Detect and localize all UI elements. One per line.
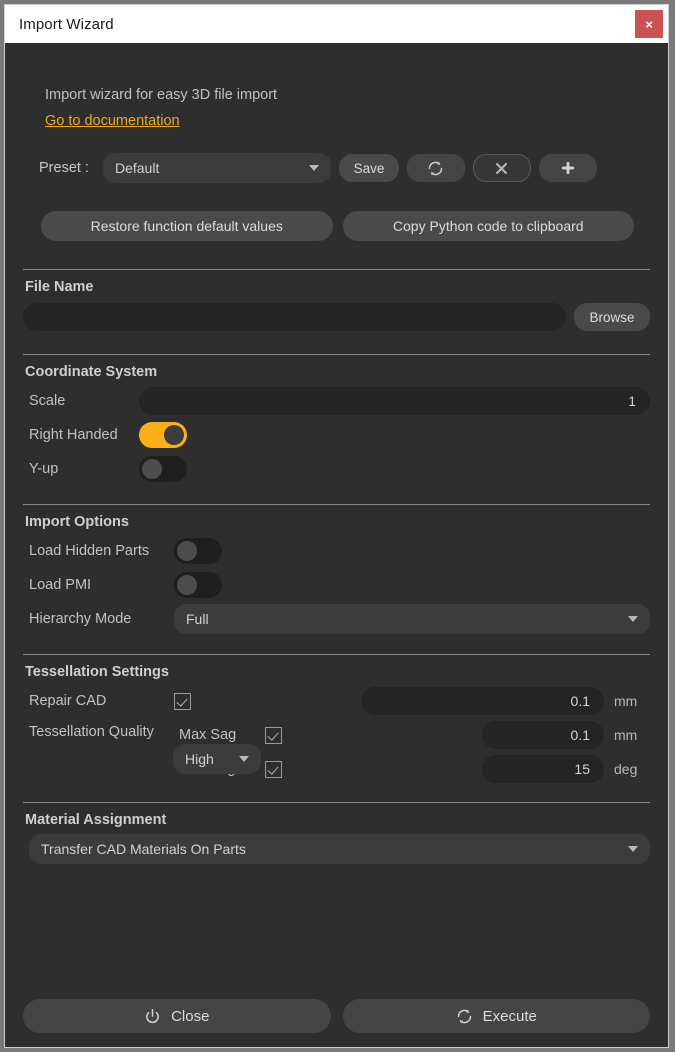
- add-preset-button[interactable]: [539, 154, 597, 182]
- material-assignment-dropdown[interactable]: Transfer CAD Materials On Parts: [29, 834, 650, 864]
- repair-cad-label: Repair CAD: [23, 693, 174, 709]
- coordinate-system-section: Coordinate System Scale 1 Right Handed Y…: [23, 354, 650, 486]
- preset-value: Default: [115, 160, 159, 176]
- chevron-down-icon: [239, 756, 249, 762]
- copy-python-label: Copy Python code to clipboard: [393, 218, 584, 234]
- restore-defaults-label: Restore function default values: [91, 218, 283, 234]
- copy-python-button[interactable]: Copy Python code to clipboard: [343, 211, 635, 241]
- material-assignment-value: Transfer CAD Materials On Parts: [41, 841, 246, 857]
- preset-label: Preset :: [39, 160, 89, 176]
- load-hidden-parts-toggle[interactable]: [174, 538, 222, 564]
- scale-input[interactable]: 1: [139, 387, 650, 415]
- import-wizard-window: Import Wizard × Import wizard for easy 3…: [4, 4, 669, 1048]
- material-assignment-title: Material Assignment: [25, 812, 650, 828]
- plus-icon: [560, 160, 576, 176]
- right-handed-label: Right Handed: [23, 427, 139, 443]
- close-button[interactable]: Close: [23, 999, 331, 1033]
- material-row: Transfer CAD Materials On Parts: [23, 832, 650, 866]
- divider: [23, 802, 650, 803]
- execute-button-label: Execute: [483, 1008, 537, 1025]
- y-up-label: Y-up: [23, 461, 139, 477]
- toggle-knob: [177, 575, 197, 595]
- refresh-icon: [427, 160, 444, 177]
- y-up-toggle[interactable]: [139, 456, 187, 482]
- max-angle-value-input[interactable]: 15: [482, 755, 604, 783]
- toggle-knob: [164, 425, 184, 445]
- import-options-section: Import Options Load Hidden Parts Load PM…: [23, 504, 650, 636]
- chevron-down-icon: [628, 846, 638, 852]
- max-sag-checkbox[interactable]: [265, 727, 282, 744]
- hierarchy-mode-dropdown[interactable]: Full: [174, 604, 650, 634]
- window-title-bar: Import Wizard ×: [5, 5, 668, 43]
- wizard-content: Import wizard for easy 3D file import Go…: [5, 43, 668, 999]
- chevron-down-icon: [628, 616, 638, 622]
- save-preset-label: Save: [354, 161, 385, 176]
- load-pmi-toggle[interactable]: [174, 572, 222, 598]
- file-name-input[interactable]: [23, 303, 566, 331]
- close-icon: ×: [645, 17, 653, 32]
- hierarchy-mode-row: Hierarchy Mode Full: [23, 602, 650, 636]
- close-window-button[interactable]: ×: [635, 10, 663, 38]
- max-sag-label: Max Sag: [173, 727, 265, 743]
- max-angle-unit: deg: [614, 761, 650, 777]
- action-buttons-row: Restore function default values Copy Pyt…: [23, 211, 650, 241]
- hierarchy-mode-label: Hierarchy Mode: [23, 611, 174, 627]
- close-x-icon: [494, 161, 509, 176]
- restore-defaults-button[interactable]: Restore function default values: [41, 211, 333, 241]
- right-handed-row: Right Handed: [23, 418, 650, 452]
- tessellation-quality-dropdown[interactable]: High: [173, 744, 261, 774]
- refresh-icon: [456, 1008, 473, 1025]
- execute-button[interactable]: Execute: [343, 999, 651, 1033]
- divider: [23, 654, 650, 655]
- browse-button[interactable]: Browse: [574, 303, 650, 331]
- y-up-row: Y-up: [23, 452, 650, 486]
- scale-label: Scale: [23, 393, 139, 409]
- import-options-title: Import Options: [25, 514, 650, 530]
- divider: [23, 269, 650, 270]
- tessellation-section: Tessellation Settings Repair CAD 0.1 mm …: [23, 654, 650, 786]
- save-preset-button[interactable]: Save: [339, 154, 399, 182]
- scale-row: Scale 1: [23, 384, 650, 418]
- close-button-label: Close: [171, 1008, 209, 1025]
- max-sag-value-input[interactable]: 0.1: [482, 721, 604, 749]
- tessellation-title: Tessellation Settings: [25, 664, 650, 680]
- hierarchy-mode-value: Full: [186, 611, 209, 627]
- tessellation-quality-value: High: [185, 751, 214, 767]
- preset-dropdown[interactable]: Default: [103, 153, 331, 183]
- repair-cad-checkbox[interactable]: [174, 693, 191, 710]
- toggle-knob: [142, 459, 162, 479]
- max-sag-unit: mm: [614, 727, 650, 743]
- repair-cad-unit: mm: [614, 693, 650, 709]
- max-angle-checkbox[interactable]: [265, 761, 282, 778]
- load-hidden-parts-label: Load Hidden Parts: [23, 543, 174, 559]
- load-pmi-label: Load PMI: [23, 577, 174, 593]
- load-hidden-parts-row: Load Hidden Parts: [23, 534, 650, 568]
- intro-description: Import wizard for easy 3D file import: [23, 87, 650, 103]
- load-pmi-row: Load PMI: [23, 568, 650, 602]
- file-name-row: Browse: [23, 300, 650, 334]
- delete-preset-button[interactable]: [473, 154, 531, 182]
- reset-preset-button[interactable]: [407, 154, 465, 182]
- tessellation-quality-block: Tessellation Quality High Max Sag 0.1 mm: [23, 718, 650, 786]
- repair-cad-value-input[interactable]: 0.1: [361, 687, 604, 715]
- repair-cad-row: Repair CAD 0.1 mm: [23, 684, 650, 718]
- right-handed-toggle[interactable]: [139, 422, 187, 448]
- browse-label: Browse: [589, 310, 634, 325]
- divider: [23, 354, 650, 355]
- documentation-link[interactable]: Go to documentation: [45, 113, 180, 129]
- chevron-down-icon: [309, 165, 319, 171]
- power-icon: [144, 1008, 161, 1025]
- footer-buttons: Close Execute: [5, 999, 668, 1047]
- toggle-knob: [177, 541, 197, 561]
- window-title: Import Wizard: [5, 16, 114, 33]
- material-assignment-section: Material Assignment Transfer CAD Materia…: [23, 802, 650, 866]
- file-name-section: File Name Browse: [23, 269, 650, 334]
- preset-row: Preset : Default Save: [23, 153, 650, 183]
- file-name-section-title: File Name: [25, 279, 650, 295]
- divider: [23, 504, 650, 505]
- coordinate-system-title: Coordinate System: [25, 364, 650, 380]
